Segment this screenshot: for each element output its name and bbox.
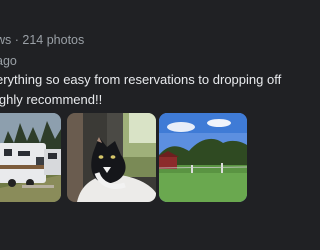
photo-cat-in-window[interactable] — [67, 113, 156, 202]
review-time: ago — [0, 54, 17, 68]
pasture-image — [159, 113, 247, 202]
photo-rv-campground[interactable] — [0, 113, 61, 202]
review-text-line-2: ighly recommend!! — [0, 92, 103, 107]
review-photos — [0, 113, 250, 202]
review-text: erything so easy from reservations to dr… — [0, 70, 281, 110]
review-text-line-1: erything so easy from reservations to dr… — [0, 72, 282, 87]
photo-pasture-with-barn[interactable] — [159, 113, 247, 202]
cat-window-image — [67, 113, 156, 202]
reviewer-meta[interactable]: ws · 214 photos — [0, 31, 84, 49]
rv-campground-image — [0, 113, 61, 202]
